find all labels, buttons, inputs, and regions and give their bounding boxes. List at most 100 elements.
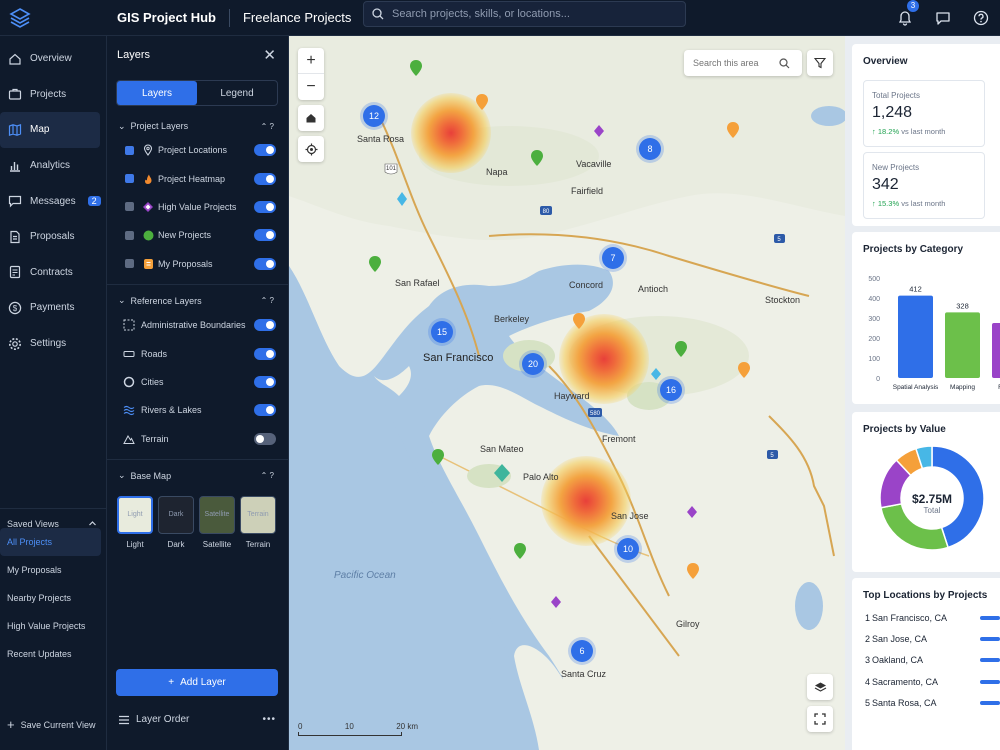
road-icon	[123, 348, 135, 360]
workspace-title[interactable]: Freelance Projects	[243, 10, 351, 25]
saved-view-recent-updates[interactable]: Recent Updates	[0, 640, 101, 668]
close-icon[interactable]: ✕	[263, 46, 276, 64]
basemap-light[interactable]: Light Light	[117, 495, 153, 549]
basemap-terrain[interactable]: Terrain Terrain	[240, 495, 276, 549]
layer-toggle[interactable]	[254, 404, 276, 417]
layer-row-project-heatmap[interactable]: Project Heatmap	[107, 164, 288, 192]
map-area-search[interactable]	[684, 50, 802, 76]
nav-label: Contracts	[30, 266, 73, 278]
y-tick-label: 0	[876, 376, 880, 383]
nav-item-overview[interactable]: Overview	[0, 41, 100, 77]
layer-toggle[interactable]	[254, 375, 276, 388]
layer-label: Administrative Boundaries	[141, 320, 246, 331]
kpi-new-projects[interactable]: New Projects 342 ↑ 15.3% vs last month	[863, 152, 985, 219]
overview-card: Overview Total Projects 1,248 ↑ 18.2% vs…	[852, 44, 1000, 226]
nav-item-messages[interactable]: Messages 2	[0, 183, 101, 219]
kpi-delta: ↑ 18.2% vs last month	[872, 127, 946, 136]
saved-view-high-value[interactable]: High Value Projects	[0, 612, 101, 640]
location-bar	[980, 679, 1000, 684]
layer-order-row[interactable]: Layer Order •••	[118, 714, 276, 725]
notification-count-badge: 3	[907, 0, 919, 12]
project-layers-header[interactable]: ⌄ Project Layers ⌃ ?	[107, 116, 288, 136]
layer-checkbox[interactable]	[125, 174, 134, 184]
home-extent-button[interactable]	[298, 105, 324, 131]
layer-label: Rivers & Lakes	[141, 405, 202, 416]
layer-toggle[interactable]	[254, 347, 276, 360]
notifications-button[interactable]: 3	[886, 0, 924, 36]
zoom-in-button[interactable]: +	[298, 48, 324, 74]
section-divider	[107, 458, 288, 460]
layer-row-cities[interactable]: Cities	[107, 368, 288, 396]
filter-icon	[814, 57, 826, 69]
messages-button[interactable]	[924, 0, 962, 36]
location-row[interactable]: 3 Oakland, CA	[852, 650, 1000, 671]
collapse-icon[interactable]: ⌃ ?	[261, 471, 274, 480]
layer-label: Terrain	[141, 433, 169, 444]
nav-item-proposals[interactable]: Proposals	[0, 219, 100, 255]
layer-toggle[interactable]	[254, 257, 276, 270]
layer-toggle[interactable]	[254, 200, 276, 213]
location-row[interactable]: 4 Sacramento, CA	[852, 671, 1000, 692]
map-area-search-input[interactable]	[693, 58, 779, 68]
zoom-out-button[interactable]: −	[298, 74, 324, 100]
nav-item-payments[interactable]: $ Payments	[0, 290, 100, 326]
filter-button[interactable]	[807, 50, 833, 76]
layer-checkbox[interactable]	[125, 259, 134, 269]
layer-row-project-locations[interactable]: Project Locations	[107, 136, 288, 164]
layer-toggle[interactable]	[254, 432, 276, 445]
nav-item-contracts[interactable]: Contracts	[0, 255, 100, 291]
nav-label: Analytics	[30, 160, 71, 172]
nav-label: Overview	[30, 53, 72, 65]
layer-row-roads[interactable]: Roads	[107, 339, 288, 367]
layer-label: New Projects	[158, 230, 212, 241]
fullscreen-button[interactable]	[807, 706, 833, 732]
basemap-dark[interactable]: Dark Dark	[158, 495, 194, 549]
main-nav: Overview Projects Map Analytics Messages…	[0, 36, 107, 750]
save-current-view-button[interactable]: + Save Current View	[7, 717, 95, 732]
add-layer-button[interactable]: + Add Layer	[116, 669, 278, 696]
layer-row-rivers-lakes[interactable]: Rivers & Lakes	[107, 396, 288, 424]
layer-checkbox[interactable]	[125, 202, 134, 212]
more-icon[interactable]: •••	[262, 714, 276, 725]
layers-toggle-button[interactable]	[807, 674, 833, 700]
layer-row-my-proposals[interactable]: My Proposals	[107, 250, 288, 278]
global-search[interactable]	[363, 1, 686, 27]
reference-layers-header[interactable]: ⌄ Reference Layers ⌃ ?	[107, 291, 288, 311]
saved-view-nearby-projects[interactable]: Nearby Projects	[0, 584, 101, 612]
map-canvas[interactable]: Santa Rosa Napa Vacaville Fairfield San …	[289, 36, 845, 750]
nav-item-analytics[interactable]: Analytics	[0, 148, 100, 184]
layer-toggle[interactable]	[254, 144, 276, 157]
layer-row-admin-boundaries[interactable]: Administrative Boundaries	[107, 311, 288, 339]
svg-text:$: $	[13, 304, 18, 313]
layer-row-high-value[interactable]: High Value Projects	[107, 193, 288, 221]
location-row[interactable]: 5 Santa Rosa, CA	[852, 692, 1000, 713]
layer-toggle[interactable]	[254, 319, 276, 332]
location-row[interactable]: 1 San Francisco, CA	[852, 607, 1000, 628]
locate-button[interactable]	[298, 136, 324, 162]
layer-checkbox[interactable]	[125, 230, 134, 240]
logo-icon[interactable]	[0, 0, 40, 36]
layer-checkbox[interactable]	[125, 145, 134, 155]
collapse-icon[interactable]: ⌃ ?	[261, 296, 274, 305]
nav-item-map[interactable]: Map	[0, 112, 100, 148]
layer-row-terrain[interactable]: Terrain	[107, 425, 288, 453]
saved-view-all-projects[interactable]: All Projects	[0, 528, 101, 556]
kpi-total-projects[interactable]: Total Projects 1,248 ↑ 18.2% vs last mon…	[863, 80, 985, 147]
layer-toggle[interactable]	[254, 172, 276, 185]
basemap-satellite[interactable]: Satellite Satellite	[199, 495, 235, 549]
collapse-icon[interactable]: ⌃ ?	[261, 122, 274, 131]
nav-item-projects[interactable]: Projects	[0, 77, 100, 113]
nav-item-settings[interactable]: Settings	[0, 326, 100, 362]
global-search-input[interactable]	[392, 8, 672, 20]
saved-view-my-proposals[interactable]: My Proposals	[0, 556, 101, 584]
base-map-header[interactable]: ⌄ Base Map ⌃ ?	[107, 466, 288, 486]
chat-icon	[936, 12, 950, 25]
layer-label: My Proposals	[158, 258, 213, 269]
help-button[interactable]	[962, 0, 1000, 36]
tab-legend[interactable]: Legend	[197, 81, 277, 105]
layer-row-new-projects[interactable]: New Projects	[107, 221, 288, 249]
tab-layers[interactable]: Layers	[117, 81, 197, 105]
layer-toggle[interactable]	[254, 229, 276, 242]
location-row[interactable]: 2 San Jose, CA	[852, 628, 1000, 649]
highway-shield: 101	[386, 166, 397, 172]
